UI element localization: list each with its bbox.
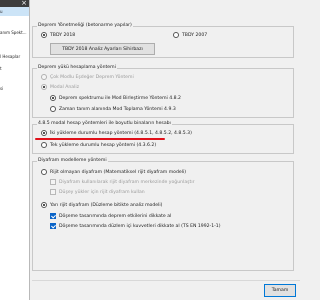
radio-label: Zaman tanım alanında Mod Toplama Yöntemi…: [59, 106, 176, 112]
radio-time-domain-method[interactable]: Zaman tanım alanında Mod Toplama Yöntemi…: [50, 106, 176, 112]
radio-indicator[interactable]: [41, 74, 47, 80]
checkbox-seismic-effects[interactable]: Döşeme tasarımında deprem etkilerini dik…: [50, 213, 171, 219]
checkbox-indicator[interactable]: [50, 213, 56, 219]
regulation-group: Deprem Yönetmeliği (betonarme yapılar) T…: [32, 23, 294, 58]
radio-equivalent-method[interactable]: Çok Modlu Eşdeğer Deprem Yöntemi: [41, 74, 134, 80]
radio-indicator[interactable]: [41, 142, 47, 148]
checkbox-indicator[interactable]: [50, 223, 56, 229]
radio-label: Rijit olmayan diyafram (Matematiksel rij…: [50, 169, 187, 175]
section-485-group: 4.8.5 modal hesap yöntemleri ile boyutlu…: [32, 121, 294, 154]
radio-label: İki yükleme durumlu hesap yöntemi (4.8.5…: [50, 130, 192, 136]
radio-label: Modal Analiz: [50, 84, 80, 90]
radio-single-load-method[interactable]: Tek yükleme durumlu hesap yöntemi (4.3.6…: [41, 142, 156, 148]
nav-item-1[interactable]: u: [0, 7, 29, 16]
radio-modal-analysis[interactable]: Modal Analiz: [41, 84, 79, 90]
checkbox-indicator[interactable]: [50, 179, 56, 185]
checkbox-label: Döşeme tasarımında düzlem içi kuvvetleri…: [59, 223, 221, 229]
footer-separator: [32, 280, 300, 281]
checkbox-vertical-loads[interactable]: Düşey yükler için rijit diyafram kullan: [50, 189, 145, 195]
highlight-underline: [35, 138, 165, 140]
nav-item-5[interactable]: si: [0, 84, 3, 93]
radio-label: Deprem spektrumu ile Mod Birleştirme Yön…: [59, 95, 181, 101]
checkbox-label: Döşeme tasarımında deprem etkilerini dik…: [59, 213, 172, 219]
regulation-group-title: Deprem Yönetmeliği (betonarme yapılar): [37, 23, 133, 29]
radio-indicator[interactable]: [41, 169, 47, 175]
radio-label: Tek yükleme durumlu hesap yöntemi (4.3.6…: [50, 142, 157, 148]
radio-indicator[interactable]: [41, 202, 47, 208]
close-icon[interactable]: ×: [21, 0, 27, 7]
navigation-pane: × u anım Spekt... l Hesaplar t si: [0, 0, 30, 300]
radio-tbdy-2007[interactable]: TBDY 2007: [173, 32, 207, 38]
radio-label: TBDY 2018: [50, 32, 76, 38]
pane-titlebar: ×: [0, 0, 29, 7]
settings-panel: Deprem Yönetmeliği (betonarme yapılar) T…: [32, 6, 295, 300]
radio-spectrum-method[interactable]: Deprem spektrumu ile Mod Birleştirme Yön…: [50, 95, 181, 101]
load-calc-group: Deprem yükü hesaplama yöntemi Çok Modlu …: [32, 65, 294, 118]
radio-label: Çok Modlu Eşdeğer Deprem Yöntemi: [50, 74, 134, 80]
radio-indicator[interactable]: [50, 95, 56, 101]
diaphragm-group-title: Diyafram modelleme yöntemi: [37, 158, 108, 164]
radio-tbdy-2018[interactable]: TBDY 2018: [41, 32, 75, 38]
diaphragm-group: Diyafram modelleme yöntemi Rijit olmayan…: [32, 158, 294, 271]
radio-label: TBDY 2007: [182, 32, 208, 38]
ok-button[interactable]: Tamam: [264, 284, 296, 297]
checkbox-label: Düşey yükler için rijit diyafram kullan: [59, 189, 145, 195]
checkbox-center-diaphragm[interactable]: Diyafram kullanılarak rijit diyafram mer…: [50, 179, 195, 185]
checkbox-indicator[interactable]: [50, 189, 56, 195]
radio-indicator[interactable]: [41, 84, 47, 90]
radio-two-load-method[interactable]: İki yükleme durumlu hesap yöntemi (4.8.5…: [41, 130, 192, 136]
analysis-wizard-button[interactable]: TBDY 2018 Analiz Ayarları Sihirbazı: [50, 43, 155, 55]
radio-indicator[interactable]: [41, 130, 47, 136]
nav-item-4[interactable]: t: [0, 64, 2, 73]
checkbox-label: Diyafram kullanılarak rijit diyafram mer…: [59, 179, 195, 185]
nav-item-2[interactable]: anım Spekt...: [0, 28, 27, 37]
section-485-group-title: 4.8.5 modal hesap yöntemleri ile boyutlu…: [37, 121, 172, 127]
nav-item-3[interactable]: l Hesaplar: [0, 52, 20, 61]
radio-indicator[interactable]: [50, 106, 56, 112]
radio-rigid-diaphragm[interactable]: Rijit olmayan diyafram (Matematiksel rij…: [41, 169, 186, 175]
checkbox-in-plane-forces[interactable]: Döşeme tasarımında düzlem içi kuvvetleri…: [50, 223, 221, 229]
radio-indicator[interactable]: [41, 32, 47, 38]
load-calc-group-title: Deprem yükü hesaplama yöntemi: [37, 65, 117, 71]
radio-semi-rigid-diaphragm[interactable]: Yarı rijit diyafram (Düzleme bitikte ana…: [41, 202, 162, 208]
radio-label: Yarı rijit diyafram (Düzleme bitikte ana…: [50, 202, 163, 208]
radio-indicator[interactable]: [173, 32, 179, 38]
